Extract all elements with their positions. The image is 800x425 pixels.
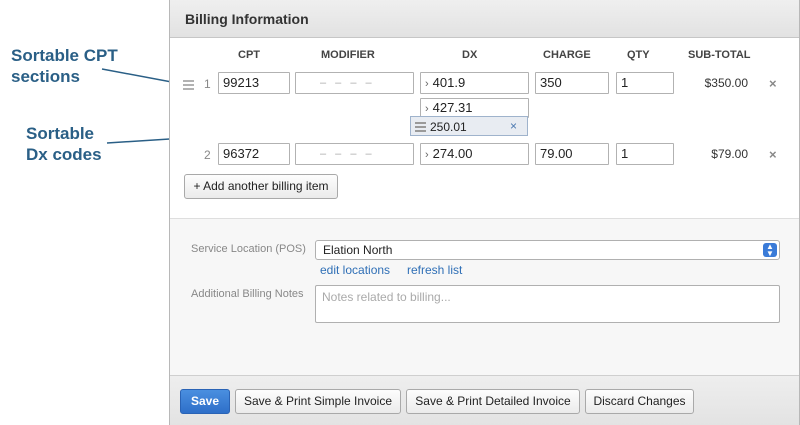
dx-input[interactable]: › 274.00 [420, 143, 529, 165]
cpt-input[interactable]: 99213 [218, 72, 290, 94]
cpt-input[interactable]: 96372 [218, 143, 290, 165]
add-billing-item-button[interactable]: + Add another billing item [184, 174, 338, 199]
cpt-value: 99213 [223, 75, 260, 90]
refresh-list-link[interactable]: refresh list [407, 263, 462, 277]
billing-notes-textarea[interactable]: Notes related to billing... [315, 285, 780, 323]
remove-dx-icon[interactable]: × [510, 119, 517, 133]
annotation-sortable-dx: Sortable Dx codes [26, 123, 102, 165]
column-header-modifier: MODIFIER [321, 49, 375, 61]
dx-value: 274.00 [432, 146, 473, 161]
qty-input[interactable]: 1 [616, 72, 674, 94]
drag-handle-icon[interactable] [183, 80, 194, 92]
cpt-value: 96372 [223, 146, 260, 161]
drag-handle-icon[interactable] [415, 122, 426, 134]
modifier-placeholder: – – – – [320, 77, 375, 89]
charge-value: 79.00 [540, 146, 573, 161]
charge-input[interactable]: 350 [535, 72, 609, 94]
remove-item-icon[interactable]: × [769, 147, 777, 162]
billing-panel: Billing Information CPT MODIFIER DX CHAR… [169, 0, 800, 425]
billing-notes-placeholder: Notes related to billing... [322, 290, 451, 304]
service-location-label: Service Location (POS) [191, 243, 306, 255]
billing-notes-label: Additional Billing Notes [191, 288, 304, 300]
dx-value: 427.31 [432, 100, 473, 115]
chevron-right-icon: › [425, 78, 429, 90]
chevron-right-icon: › [425, 103, 429, 115]
panel-footer: Save Save & Print Simple Invoice Save & … [170, 375, 799, 425]
panel-title: Billing Information [185, 11, 309, 27]
modifier-placeholder: – – – – [320, 148, 375, 160]
modifier-input[interactable]: – – – – [295, 72, 414, 94]
charge-value: 350 [540, 75, 562, 90]
row-number: 2 [204, 148, 211, 162]
qty-input[interactable]: 1 [616, 143, 674, 165]
column-header-charge: CHARGE [543, 49, 591, 61]
remove-item-icon[interactable]: × [769, 76, 777, 91]
annotation-line: sections [11, 67, 80, 86]
save-print-simple-button[interactable]: Save & Print Simple Invoice [235, 389, 401, 414]
qty-value: 1 [621, 146, 629, 161]
column-header-qty: QTY [627, 49, 650, 61]
dx-value: 401.9 [432, 75, 466, 90]
discard-changes-button[interactable]: Discard Changes [585, 389, 694, 414]
qty-value: 1 [621, 75, 629, 90]
charge-input[interactable]: 79.00 [535, 143, 609, 165]
subtotal-value: $350.00 [704, 76, 748, 90]
column-header-subtotal: SUB-TOTAL [688, 49, 751, 61]
column-header-dx: DX [462, 49, 478, 61]
column-header-cpt: CPT [238, 49, 260, 61]
billing-items: CPT MODIFIER DX CHARGE QTY SUB-TOTAL 1 9… [170, 38, 799, 219]
select-arrows-icon: ▲ ▼ [763, 243, 777, 258]
chevron-right-icon: › [425, 149, 429, 161]
service-location-value: Elation North [323, 243, 393, 257]
save-button[interactable]: Save [180, 389, 230, 414]
save-print-detailed-button[interactable]: Save & Print Detailed Invoice [406, 389, 580, 414]
row-number: 1 [204, 77, 211, 91]
annotation-line: Dx codes [26, 145, 102, 164]
subtotal-value: $79.00 [711, 147, 748, 161]
modifier-input[interactable]: – – – – [295, 143, 414, 165]
dx-value: 250.01 [430, 120, 467, 134]
dx-input[interactable]: › 427.31 [420, 98, 529, 118]
annotation-sortable-cpt: Sortable CPT sections [11, 45, 118, 87]
annotation-line: Sortable CPT [11, 46, 118, 65]
dx-dragging-item[interactable]: 250.01 × [410, 116, 528, 136]
annotation-line: Sortable [26, 124, 95, 143]
service-location-select[interactable]: Elation North ▲ ▼ [315, 240, 780, 260]
edit-locations-link[interactable]: edit locations [320, 263, 390, 277]
panel-header: Billing Information [170, 0, 799, 38]
dx-input[interactable]: › 401.9 [420, 72, 529, 94]
